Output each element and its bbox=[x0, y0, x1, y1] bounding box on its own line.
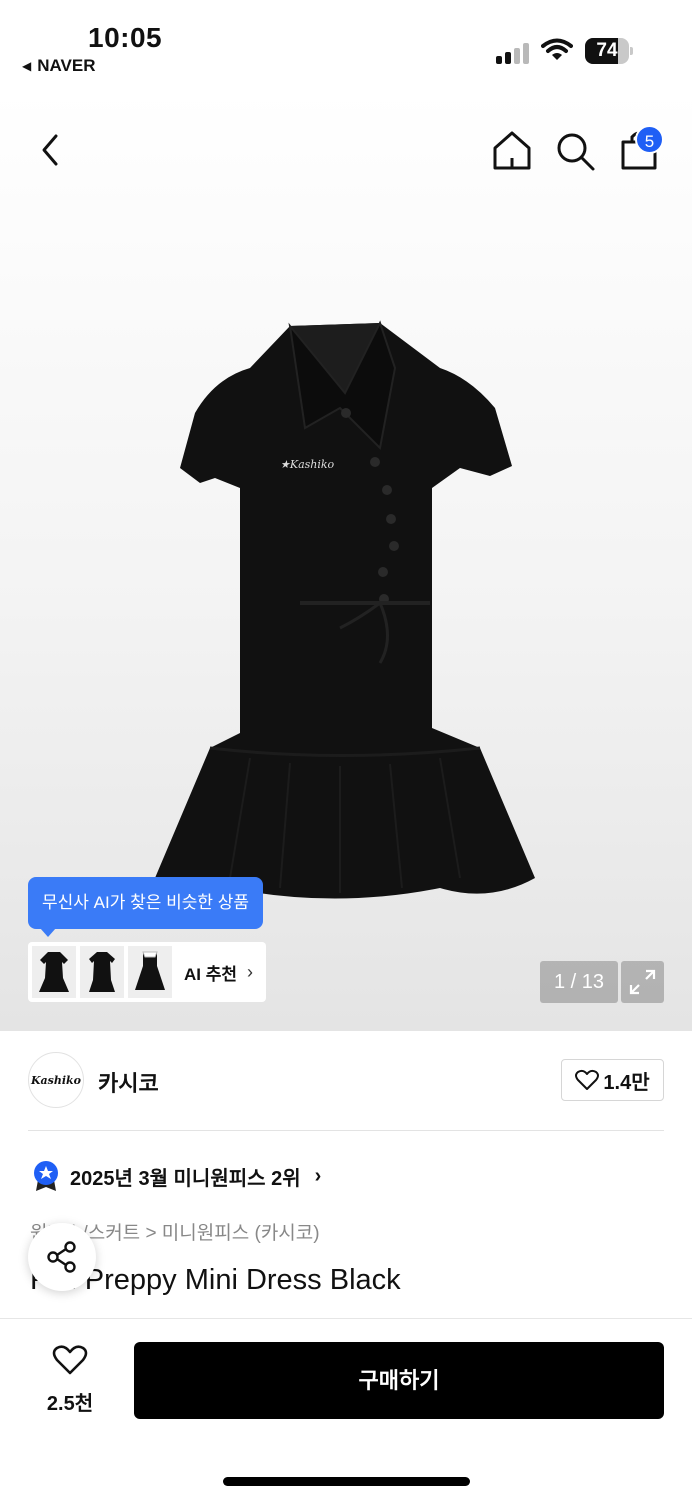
battery-level: 74 bbox=[596, 40, 618, 61]
wishlist-button[interactable]: 2.5천 bbox=[36, 1344, 104, 1416]
cart-count-badge: 5 bbox=[635, 125, 664, 154]
dress-thumbnail-icon bbox=[39, 952, 69, 992]
battery-icon: 74 bbox=[585, 38, 633, 64]
ai-thumb-2[interactable] bbox=[80, 946, 124, 998]
clock: 10:05 bbox=[88, 22, 163, 53]
divider bbox=[28, 1130, 664, 1131]
ai-recommend-card[interactable]: AI 추천 › bbox=[28, 942, 266, 1002]
back-icon[interactable] bbox=[30, 126, 74, 174]
status-bar: 10:05 ◀ NAVER 74 bbox=[0, 0, 692, 90]
brand-like-count: 1.4만 bbox=[603, 1071, 650, 1094]
ai-recommend-label: AI 추천 bbox=[184, 964, 238, 984]
expand-button[interactable] bbox=[621, 961, 664, 1003]
heart-icon bbox=[52, 1345, 88, 1375]
buy-button[interactable]: 구매하기 bbox=[134, 1342, 664, 1419]
wishlist-count: 2.5천 bbox=[46, 1393, 94, 1415]
image-counter: 1 / 13 bbox=[540, 961, 618, 1003]
dress-thumbnail-icon bbox=[89, 952, 115, 992]
home-indicator[interactable] bbox=[223, 1477, 470, 1486]
search-icon[interactable] bbox=[554, 130, 596, 172]
ai-similar-tooltip[interactable]: 무신사 AI가 찾은 비슷한 상품 bbox=[28, 877, 263, 937]
share-button[interactable] bbox=[28, 1223, 96, 1291]
back-app-label: NAVER bbox=[37, 56, 96, 75]
svg-text:★Kashiko: ★Kashiko bbox=[280, 458, 335, 471]
chevron-right-icon: › bbox=[247, 961, 254, 982]
brand-name[interactable]: 카시코 bbox=[98, 1066, 159, 1098]
brand-row[interactable]: Kashiko 카시코 1.4만 bbox=[28, 1052, 664, 1110]
dress-thumbnail-icon bbox=[135, 951, 165, 990]
share-icon bbox=[47, 1241, 76, 1273]
product-image: ★Kashiko bbox=[155, 320, 535, 899]
back-triangle-icon: ◀ bbox=[22, 59, 32, 73]
ai-thumb-3[interactable] bbox=[128, 946, 172, 998]
ranking-text: 2025년 3월 미니원피스 2위 bbox=[70, 1167, 301, 1190]
expand-icon bbox=[629, 969, 656, 995]
wifi-icon bbox=[541, 38, 573, 60]
ai-thumb-1[interactable] bbox=[32, 946, 76, 998]
brand-logo[interactable]: Kashiko bbox=[28, 1052, 84, 1108]
heart-icon bbox=[575, 1069, 600, 1090]
home-icon[interactable] bbox=[490, 128, 534, 172]
chevron-right-icon: › bbox=[314, 1164, 322, 1187]
ranking-badge-icon bbox=[34, 1161, 58, 1191]
cellular-signal-icon bbox=[496, 42, 529, 64]
back-to-app-link[interactable]: ◀ NAVER bbox=[22, 56, 95, 76]
brand-like-button[interactable]: 1.4만 bbox=[561, 1059, 664, 1101]
ranking-link[interactable]: 2025년 3월 미니원피스 2위 › bbox=[32, 1160, 321, 1192]
